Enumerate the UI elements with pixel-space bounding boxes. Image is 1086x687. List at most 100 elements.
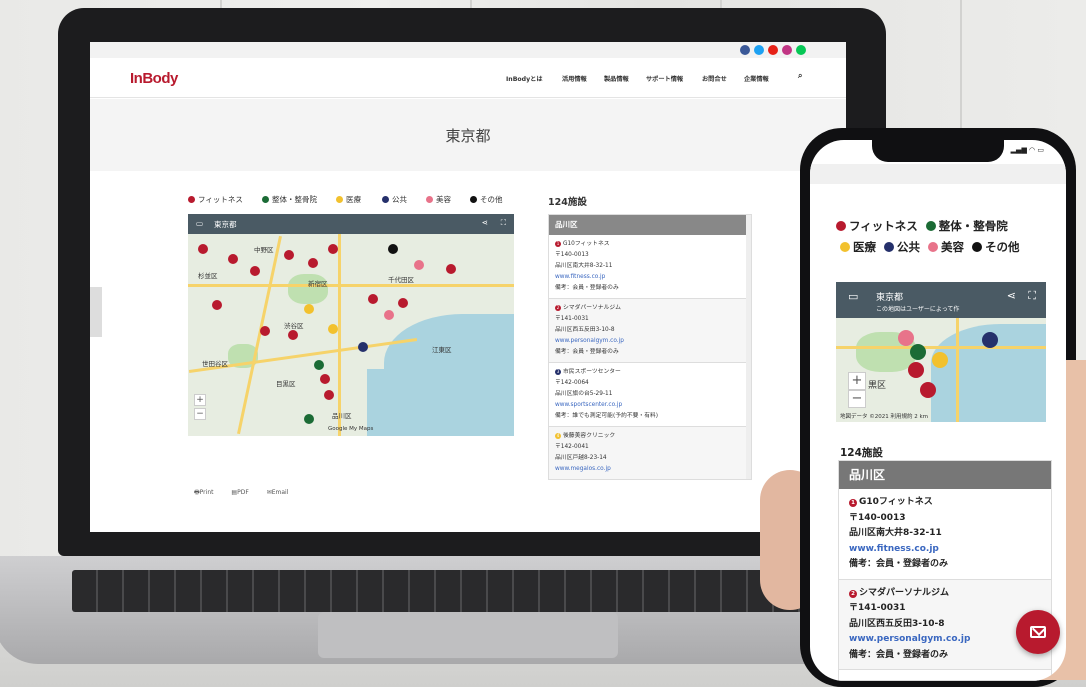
zoom-in-button[interactable]: + — [848, 372, 866, 390]
map-pin[interactable] — [288, 330, 298, 340]
phone-google-map[interactable]: ▭ 東京都 この地図はユーザーによって作 ⋖ ⛶ 黒区 + − 地図データ ©2… — [836, 282, 1046, 422]
map-pin[interactable] — [920, 382, 936, 398]
nav-company[interactable]: 企業情報 — [744, 74, 769, 83]
map-sidebar-icon[interactable]: ▭ — [196, 219, 203, 228]
email-link[interactable]: ✉Email — [267, 489, 297, 496]
map-pin[interactable] — [358, 342, 368, 352]
map-pin[interactable] — [982, 332, 998, 348]
map-title: 東京都 — [214, 220, 237, 229]
facility-link[interactable]: www.personalgym.co.jp — [849, 632, 1041, 648]
pdf-link[interactable]: ▤PDF — [231, 489, 256, 496]
instagram-icon[interactable] — [782, 45, 792, 55]
pin-number-badge: 2 — [849, 589, 857, 598]
map-pin[interactable] — [368, 294, 378, 304]
nav-usage[interactable]: 活用情報 — [562, 74, 587, 83]
facility-link[interactable]: www.fitness.co.jp — [849, 542, 1041, 558]
zoom-in-button[interactable]: + — [194, 394, 206, 406]
zoom-out-button[interactable]: − — [848, 390, 866, 408]
facility-name: G10フィットネス — [859, 497, 933, 507]
fitness-dot-icon — [836, 221, 846, 231]
facility-postal: 〒141-0031 — [555, 316, 589, 322]
list-group-header: 品川区 — [549, 215, 751, 235]
mail-icon[interactable] — [1016, 610, 1060, 654]
list-group-header: 品川区 — [839, 461, 1051, 489]
list-item[interactable]: 4 後藤美容クリニック 〒142-0041 品川区戸越8-23-14 www.me… — [549, 427, 751, 479]
map-pin[interactable] — [324, 390, 334, 400]
list-item[interactable]: 1 G10フィットネス 〒140-0013 品川区南大井8-32-11 www.f… — [839, 489, 1051, 580]
facility-link[interactable]: www.personalgym.co.jp — [555, 336, 745, 347]
twitter-icon[interactable] — [754, 45, 764, 55]
map-label: 目黒区 — [276, 380, 296, 388]
facebook-icon[interactable] — [740, 45, 750, 55]
pin-number-badge: 3 — [555, 369, 561, 375]
map-pin[interactable] — [260, 326, 270, 336]
map-pin[interactable] — [314, 360, 324, 370]
side-tab[interactable] — [90, 287, 102, 337]
share-links: 🖶Print ▤PDF ✉Email — [194, 488, 304, 498]
facility-link[interactable]: www.fitness.co.jp — [555, 272, 745, 283]
map-label: 黒区 — [868, 381, 887, 391]
facility-link[interactable]: www.megalos.co.jp — [555, 464, 745, 475]
map-pin[interactable] — [304, 414, 314, 424]
map-pin[interactable] — [328, 324, 338, 334]
map-pin[interactable] — [414, 260, 424, 270]
facility-address: 品川区南大井8-32-11 — [849, 528, 942, 538]
social-bar — [90, 42, 846, 58]
print-link[interactable]: 🖶Print — [194, 489, 221, 496]
map-pin[interactable] — [228, 254, 238, 264]
map-pin[interactable] — [898, 330, 914, 346]
nav-support[interactable]: サポート情報 — [646, 74, 683, 83]
facility-count: 124施設 — [840, 447, 883, 459]
list-item[interactable]: 3 市民スポーツセンター 〒142-0064 品川区旗の台5-29-11 www.… — [549, 363, 751, 427]
list-scrollbar[interactable] — [746, 215, 751, 479]
google-map[interactable]: ▭ 東京都 ⋖ ⛶ 中野区 杉並区 新宿区 千代田区 渋谷区 江東区 世田谷区 … — [188, 214, 514, 436]
fullscreen-icon[interactable]: ⛶ — [501, 218, 506, 228]
fullscreen-icon[interactable]: ⛶ — [1028, 289, 1036, 303]
facility-list[interactable]: 品川区 1 G10フィットネス 〒140-0013 品川区南大井8-32-11 w… — [548, 214, 752, 480]
list-item[interactable]: 1 G10フィットネス 〒140-0013 品川区南大井8-32-11 www.f… — [549, 235, 751, 299]
map-sidebar-icon[interactable]: ▭ — [848, 290, 858, 303]
map-pin[interactable] — [908, 362, 924, 378]
inbody-logo[interactable]: InBody — [130, 70, 178, 87]
map-pin[interactable] — [320, 374, 330, 384]
facility-postal: 〒141-0031 — [849, 603, 906, 613]
map-pin[interactable] — [932, 352, 948, 368]
facility-address: 品川区西五反田3-10-8 — [555, 327, 615, 333]
map-pin[interactable] — [398, 298, 408, 308]
share-icon[interactable]: ⋖ — [1007, 289, 1016, 302]
facility-postal: 〒140-0013 — [555, 252, 589, 258]
map-pin[interactable] — [304, 304, 314, 314]
road — [338, 234, 341, 436]
page-title: 東京都 — [445, 127, 491, 145]
map-pin[interactable] — [198, 244, 208, 254]
zoom-out-button[interactable]: − — [194, 408, 206, 420]
map-pin[interactable] — [308, 258, 318, 268]
map-pin[interactable] — [910, 344, 926, 360]
map-notice: この地図はユーザーによって作 — [876, 306, 960, 313]
list-item[interactable]: 2 シマダパーソナルジム 〒141-0031 品川区西五反田3-10-8 www.… — [549, 299, 751, 363]
youtube-icon[interactable] — [768, 45, 778, 55]
legend-seitai: 整体・整骨院 — [262, 194, 317, 206]
search-icon[interactable]: ⌕ — [798, 71, 802, 81]
nav-about[interactable]: InBodyとは — [506, 74, 543, 83]
facility-postal: 〒142-0064 — [555, 380, 589, 386]
phone-facility-list[interactable]: 品川区 1 G10フィットネス 〒140-0013 品川区南大井8-32-11 w… — [838, 460, 1052, 681]
map-pin[interactable] — [250, 266, 260, 276]
map-pin[interactable] — [328, 244, 338, 254]
map-pin[interactable] — [384, 310, 394, 320]
line-icon[interactable] — [796, 45, 806, 55]
map-pin[interactable] — [284, 250, 294, 260]
nav-contact[interactable]: お問合せ — [702, 74, 727, 83]
map-pin[interactable] — [446, 264, 456, 274]
fitness-dot-icon — [188, 196, 195, 203]
nav-products[interactable]: 製品情報 — [604, 74, 629, 83]
facility-link[interactable]: www.sportscenter.co.jp — [555, 400, 745, 411]
status-icons: ▂▄▆ ◠ ▭ — [1010, 146, 1044, 154]
facility-note: 備考：会員・登録者のみ — [849, 649, 949, 660]
map-pin[interactable] — [212, 300, 222, 310]
map-pin[interactable] — [388, 244, 398, 254]
laptop-screen: InBody InBodyとは 活用情報 製品情報 サポート情報 お問合せ 企業… — [90, 42, 846, 532]
share-icon[interactable]: ⋖ — [482, 218, 488, 227]
pin-number-badge: 1 — [849, 499, 857, 507]
facility-name: シマダパーソナルジム — [859, 587, 950, 598]
